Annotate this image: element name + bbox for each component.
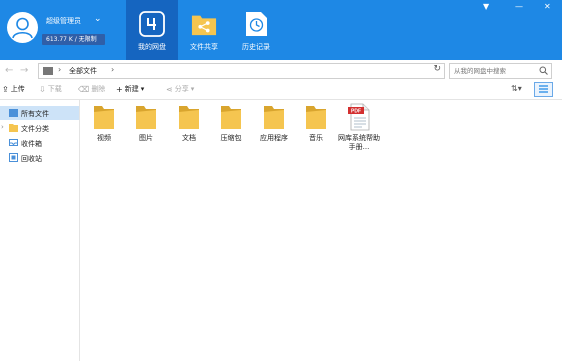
folder-item[interactable]: 应用程序 — [254, 103, 294, 143]
nav-label: 文件共享 — [190, 43, 218, 51]
folder-icon — [177, 103, 201, 131]
plus-icon: + — [116, 84, 123, 94]
list-view-button[interactable] — [534, 82, 553, 97]
folder-item[interactable]: 视频 — [84, 103, 124, 143]
chevron-down-icon: ▾ — [140, 85, 145, 93]
folder-icon — [262, 103, 286, 131]
close-button[interactable]: ✕ — [544, 2, 551, 11]
search-box — [449, 63, 552, 79]
toolbar: ⇪ 上传 ⇩ 下载 ⌫ 删除 + 新建 ▾ ⋖ 分享 ▾ ⇅▾ — [0, 81, 562, 100]
folder-item[interactable]: 文档 — [169, 103, 209, 143]
search-input[interactable] — [450, 64, 538, 78]
address-bar-row: ← → › 全部文件 › ↻ — [0, 60, 562, 82]
pdf-icon: PDF — [347, 103, 371, 131]
download-button[interactable]: ⇩ 下载 — [39, 84, 62, 94]
chevron-right-icon: › — [58, 65, 62, 74]
chevron-down-icon: ▾ — [190, 85, 195, 93]
chevron-down-icon[interactable]: ⌄ — [94, 14, 102, 24]
download-icon: ⇩ — [39, 84, 46, 94]
expand-icon[interactable]: › — [1, 123, 4, 131]
folder-item[interactable]: 压缩包 — [211, 103, 251, 143]
file-name: 音乐 — [309, 134, 323, 142]
file-area: 视频 图片 文档 压缩包 应用程序 音乐 PDF 网库系统帮助手册... — [80, 100, 562, 361]
share-folder-icon — [191, 15, 217, 36]
minimize-button[interactable]: — — [515, 2, 523, 11]
folder-item[interactable]: 音乐 — [296, 103, 336, 143]
avatar[interactable] — [7, 12, 38, 43]
sidebar-item-all-files[interactable]: 所有文件 — [0, 106, 79, 120]
file-name: 视频 — [97, 134, 111, 142]
file-name: 应用程序 — [260, 134, 288, 142]
svg-text:PDF: PDF — [351, 109, 361, 115]
user-icon — [12, 17, 33, 39]
sidebar-item-recycle-bin[interactable]: 回收站 — [0, 151, 79, 165]
recycle-bin-icon — [9, 153, 18, 162]
nav-file-share[interactable]: 文件共享 — [178, 0, 230, 60]
nav-label: 历史记录 — [242, 43, 270, 51]
nav-my-drive[interactable]: 我的网盘 — [126, 0, 178, 60]
folder-icon — [219, 103, 243, 131]
history-icon — [246, 12, 267, 36]
breadcrumb[interactable]: 全部文件 — [69, 66, 97, 76]
upload-icon: ⇪ — [2, 84, 9, 94]
sidebar-item-categories[interactable]: › 文件分类 — [0, 121, 79, 135]
new-button[interactable]: + 新建 ▾ — [116, 84, 144, 94]
folder-icon — [304, 103, 328, 131]
file-item[interactable]: PDF 网库系统帮助手册... — [337, 103, 381, 152]
file-name: 网库系统帮助手册... — [338, 134, 380, 151]
file-name: 图片 — [139, 134, 153, 142]
sort-button[interactable]: ⇅▾ — [511, 84, 522, 93]
trash-icon: ⌫ — [78, 84, 90, 94]
file-name: 文档 — [182, 134, 196, 142]
username[interactable]: 超级管理员 — [46, 16, 81, 26]
folder-item[interactable]: 图片 — [126, 103, 166, 143]
list-icon — [539, 85, 548, 93]
sidebar: 所有文件 › 文件分类 收件箱 回收站 — [0, 100, 80, 361]
delete-button[interactable]: ⌫ 删除 — [78, 84, 105, 94]
search-icon[interactable] — [539, 66, 548, 75]
header-bar: 超级管理员 ⌄ 613.77 K / 无限制 我的网盘 文件共享 历史记录 ▼ … — [0, 0, 562, 60]
share-icon: ⋖ — [166, 84, 173, 94]
sidebar-item-inbox[interactable]: 收件箱 — [0, 136, 79, 150]
address-bar[interactable]: › 全部文件 › ↻ — [38, 63, 445, 79]
drive-icon — [139, 11, 165, 37]
nav-history[interactable]: 历史记录 — [230, 0, 282, 60]
inbox-icon — [9, 139, 18, 146]
chevron-right-icon: › — [111, 65, 115, 74]
folder-icon — [134, 103, 158, 131]
upload-button[interactable]: ⇪ 上传 — [2, 84, 25, 94]
share-button[interactable]: ⋖ 分享 ▾ — [166, 84, 194, 94]
forward-button[interactable]: → — [20, 65, 28, 76]
menu-button[interactable]: ▼ — [483, 2, 489, 11]
nav-label: 我的网盘 — [138, 43, 166, 51]
folder-icon — [43, 67, 53, 75]
back-button[interactable]: ← — [5, 65, 13, 76]
refresh-icon[interactable]: ↻ — [433, 64, 441, 74]
folder-icon — [92, 103, 116, 131]
quota-display: 613.77 K / 无限制 — [42, 34, 105, 45]
file-name: 压缩包 — [220, 134, 242, 142]
folder-icon — [9, 109, 18, 117]
folder-icon — [9, 124, 18, 132]
